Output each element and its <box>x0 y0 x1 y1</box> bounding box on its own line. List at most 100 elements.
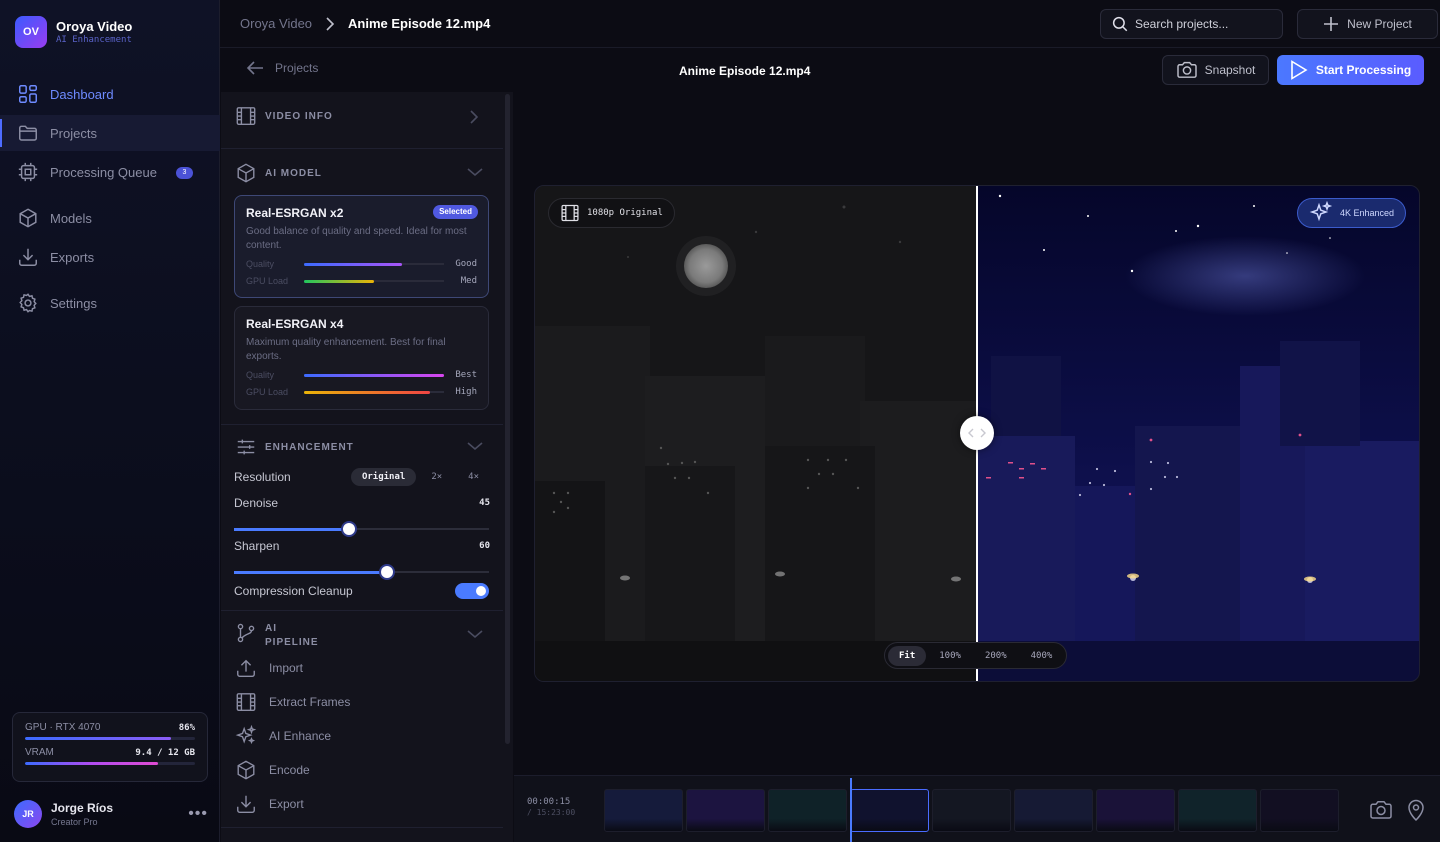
breadcrumb-root[interactable]: Oroya Video <box>240 16 312 31</box>
download-icon <box>237 795 255 813</box>
pipeline-step-label: AI Enhance <box>269 729 332 743</box>
resolution-selector: Original 2× 4× <box>350 468 490 486</box>
preview-area: 1080p Original 4K Enhanced Fit 100% 200%… <box>514 92 1440 775</box>
video-info-header[interactable]: VIDEO INFO <box>235 105 333 127</box>
timeline-thumbnail[interactable] <box>1014 789 1093 832</box>
zoom-control: Fit 100% 200% 400% <box>884 642 1068 669</box>
pipeline-step-export[interactable]: Export <box>235 793 304 815</box>
gpu-load-label: GPU Load <box>246 387 289 397</box>
timeline-thumbnail[interactable] <box>932 789 1011 832</box>
film-icon <box>561 204 579 222</box>
snapshot-button[interactable]: Snapshot <box>1162 55 1269 85</box>
chevron-right-icon[interactable] <box>467 110 481 124</box>
pipeline-step-label: Extract Frames <box>269 695 351 709</box>
camera-icon[interactable] <box>1369 798 1393 822</box>
timeline-thumbnail[interactable] <box>686 789 765 832</box>
sharpen-slider[interactable] <box>234 564 489 580</box>
search-box[interactable] <box>1100 9 1283 39</box>
resolution-control: Resolution Original 2× 4× <box>234 468 490 486</box>
sidebar-item-label: Settings <box>50 295 97 311</box>
resolution-option-2x[interactable]: 2× <box>420 468 453 486</box>
sharpen-label: Sharpen <box>234 539 280 553</box>
avatar: JR <box>14 800 42 828</box>
sidebar-item-settings[interactable]: Settings <box>0 285 220 321</box>
timeline-thumbnail[interactable] <box>1096 789 1175 832</box>
quality-value: Good <box>455 259 477 269</box>
model-card-esrgan-x2[interactable]: Real-ESRGAN x2 Selected Good balance of … <box>234 195 489 298</box>
logo-mark: OV <box>15 16 47 48</box>
branch-icon <box>237 623 255 643</box>
video-info-title: VIDEO INFO <box>265 110 333 122</box>
compression-toggle[interactable] <box>455 583 489 599</box>
vram-value: 9.4 / 12 GB <box>135 747 195 758</box>
app-logo[interactable]: OV Oroya Video AI Enhancement <box>15 16 132 48</box>
comparison-viewer[interactable]: 1080p Original 4K Enhanced Fit 100% 200%… <box>534 185 1420 682</box>
chevron-down-icon[interactable] <box>467 628 483 640</box>
search-input[interactable] <box>1135 17 1275 31</box>
sidebar-item-label: Models <box>50 210 92 226</box>
timeline-thumbnail[interactable] <box>768 789 847 832</box>
sidebar-item-label: Processing Queue <box>50 164 157 180</box>
top-bar: Oroya Video Anime Episode 12.mp4 New Pro… <box>220 0 1440 48</box>
zoom-100[interactable]: 100% <box>928 646 972 666</box>
timeline-thumbnail[interactable] <box>1178 789 1257 832</box>
sparkles-icon <box>1309 201 1333 222</box>
sidebar-item-exports[interactable]: Exports <box>0 239 220 275</box>
selected-badge: Selected <box>433 205 478 219</box>
model-name: Real-ESRGAN x4 <box>246 317 344 331</box>
zoom-400[interactable]: 400% <box>1020 646 1064 666</box>
queue-count-badge: 3 <box>176 167 193 179</box>
new-project-label: New Project <box>1347 17 1412 31</box>
playhead[interactable] <box>850 778 852 842</box>
timeline-thumbnail[interactable] <box>604 789 683 832</box>
pipeline-step-encode[interactable]: Encode <box>235 759 310 781</box>
timeline-thumbnail[interactable] <box>1260 789 1339 832</box>
breadcrumb: Oroya Video Anime Episode 12.mp4 <box>240 16 490 31</box>
denoise-slider[interactable] <box>234 521 489 537</box>
sidebar-item-dashboard[interactable]: Dashboard <box>0 76 220 112</box>
panel-scrollbar[interactable] <box>505 94 510 744</box>
pipeline-step-label: Import <box>269 661 304 675</box>
settings-panel: VIDEO INFO AI MODEL Real-ESRGAN x2 Selec… <box>221 92 513 842</box>
user-profile[interactable]: JR Jorge Ríos Creator Pro ••• <box>14 800 210 828</box>
enhancement-header[interactable]: ENHANCEMENT <box>235 436 354 458</box>
ai-pipeline-title-line-1: AI <box>265 623 277 634</box>
denoise-slider-thumb[interactable] <box>340 521 357 537</box>
pipeline-step-label: Export <box>269 797 304 811</box>
gpu-load-value: Med <box>460 276 477 286</box>
sidebar-item-models[interactable]: Models <box>0 200 220 236</box>
pipeline-step-ai-enhance[interactable]: AI Enhance <box>235 725 331 747</box>
zoom-200[interactable]: 200% <box>974 646 1018 666</box>
resolution-option-original[interactable]: Original <box>350 468 417 486</box>
pipeline-step-import[interactable]: Import <box>235 657 303 679</box>
app-name: Oroya Video <box>56 19 133 34</box>
new-project-button[interactable]: New Project <box>1297 9 1438 39</box>
model-card-esrgan-x4[interactable]: Real-ESRGAN x4 Maximum quality enhanceme… <box>234 306 489 410</box>
camera-icon <box>1176 61 1197 78</box>
sidebar-item-projects[interactable]: Projects <box>0 115 220 151</box>
zoom-fit[interactable]: Fit <box>888 645 927 666</box>
back-to-projects[interactable]: Projects <box>245 60 318 76</box>
model-description: Maximum quality enhancement. Best for fi… <box>246 337 446 362</box>
resolution-option-4x[interactable]: 4× <box>457 468 490 486</box>
ai-pipeline-header[interactable]: AI PIPELINE <box>235 622 319 650</box>
timeline-thumbnail[interactable] <box>850 789 929 832</box>
gpu-usage-bar <box>25 737 195 740</box>
sharpen-slider-thumb[interactable] <box>379 564 395 580</box>
sidebar-item-processing-queue[interactable]: Processing Queue 3 <box>0 154 220 190</box>
chevron-down-icon[interactable] <box>467 166 483 178</box>
chip-icon <box>18 162 38 182</box>
pipeline-step-extract-frames[interactable]: Extract Frames <box>235 691 350 713</box>
sidebar-item-label: Exports <box>50 249 95 265</box>
start-processing-button[interactable]: Start Processing <box>1277 55 1424 85</box>
resolution-label: Resolution <box>234 470 291 484</box>
more-options-icon[interactable]: ••• <box>188 805 208 823</box>
location-pin-icon[interactable] <box>1404 798 1428 822</box>
play-icon <box>1291 60 1308 80</box>
chevron-down-icon[interactable] <box>467 440 483 452</box>
split-handle[interactable] <box>960 416 994 450</box>
project-header: Projects Anime Episode 12.mp4 Snapshot S… <box>220 48 1440 92</box>
sidebar-nav: Dashboard Projects Processing Queue 3 Mo… <box>0 76 220 324</box>
vram-usage-bar <box>25 762 195 765</box>
ai-model-header[interactable]: AI MODEL <box>235 162 322 184</box>
